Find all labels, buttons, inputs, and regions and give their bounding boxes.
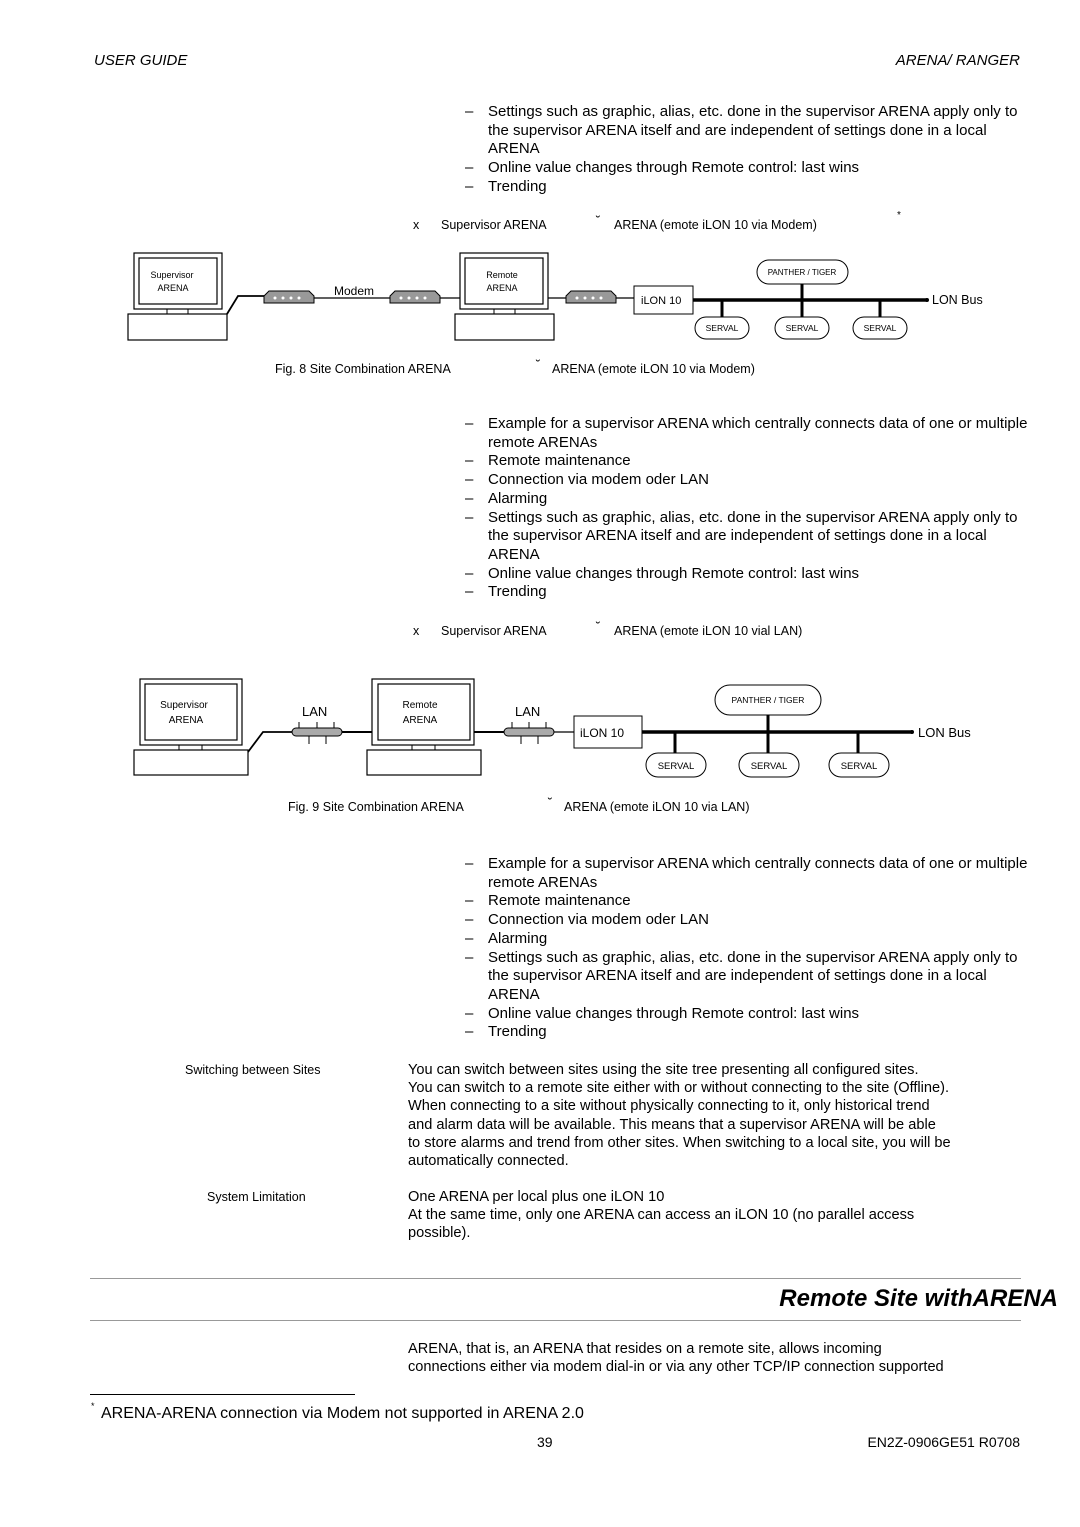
fig-9-caption-symbol: ˘ bbox=[548, 796, 553, 810]
supervisor-label-2: ARENA bbox=[157, 283, 188, 293]
serval-label: SERVAL bbox=[706, 323, 739, 333]
fig-8-caption-right: ARENA (emote iLON 10 via Modem) bbox=[552, 362, 755, 376]
supervisor-label-2: ARENA bbox=[169, 715, 204, 726]
list-item: – Online value changes through Remote con… bbox=[465, 1004, 860, 1022]
supervisor-computer: Supervisor ARENA bbox=[127, 252, 228, 341]
figure-9-diagram: Supervisor ARENA LAN Remote ARENA LAN iL… bbox=[133, 678, 971, 778]
modem-icon bbox=[389, 290, 441, 304]
bullet-list-3: – Example for a supervisor ARENA which ce… bbox=[462, 855, 1032, 1042]
list-item: – Alarming bbox=[465, 489, 548, 507]
remote-computer: Remote ARENA bbox=[366, 678, 482, 776]
section-title: Remote Site withARENA bbox=[779, 1285, 1058, 1312]
heading-2-bullet: x bbox=[413, 624, 420, 638]
supervisor-label-1: Supervisor bbox=[160, 700, 208, 711]
supervisor-computer: Supervisor ARENA bbox=[133, 678, 249, 776]
list-item: – Example for a supervisor ARENA which ce… bbox=[465, 415, 1028, 451]
bullet-list-1: – Settings such as graphic, alias, etc. d… bbox=[462, 103, 1032, 197]
footnote-marker: * bbox=[897, 210, 901, 221]
modem-label: Modem bbox=[334, 284, 374, 298]
lan-cable-icon bbox=[291, 722, 343, 744]
bullet-list-2: – Example for a supervisor ARENA which ce… bbox=[462, 415, 1032, 602]
list-item: – Example for a supervisor ARENA which ce… bbox=[465, 855, 1028, 891]
document-id: EN2Z-0906GE51 R0708 bbox=[867, 1434, 1020, 1450]
fig-8-caption-left: Fig. 8 Site Combination ARENA bbox=[275, 362, 451, 376]
serval-label: SERVAL bbox=[864, 323, 897, 333]
list-item: – Online value changes through Remote con… bbox=[465, 159, 860, 177]
serval-label: SERVAL bbox=[841, 761, 878, 772]
remote-label-2: ARENA bbox=[486, 283, 517, 293]
fig-8-caption-symbol: ˘ bbox=[536, 358, 541, 372]
footnote-text: ARENA-ARENA connection via Modem not sup… bbox=[101, 1405, 584, 1422]
lan-cable-icon bbox=[503, 722, 555, 744]
serval-label: SERVAL bbox=[658, 761, 695, 772]
header-left: USER GUIDE bbox=[94, 52, 188, 69]
lan-label: LAN bbox=[515, 704, 540, 719]
list-item: – Trending bbox=[465, 1023, 547, 1041]
lon-bus-label: LON Bus bbox=[932, 293, 983, 307]
list-item: – Connection via modem oder LAN bbox=[465, 471, 709, 489]
supervisor-label-1: Supervisor bbox=[150, 270, 193, 280]
list-item: – Alarming bbox=[465, 929, 548, 947]
fig-9-caption-right: ARENA (emote iLON 10 via LAN) bbox=[564, 800, 750, 814]
heading-1-symbol: ˘ bbox=[596, 214, 601, 228]
footnote-rule bbox=[90, 1394, 355, 1395]
header-right: ARENA/ RANGER bbox=[895, 52, 1020, 69]
remote-label-2: ARENA bbox=[403, 715, 438, 726]
section-rule-top bbox=[90, 1278, 1021, 1279]
modem-icon bbox=[263, 290, 315, 304]
list-item: – Online value changes through Remote con… bbox=[465, 564, 860, 582]
lan-label: LAN bbox=[302, 704, 327, 719]
list-item: – Settings such as graphic, alias, etc. d… bbox=[465, 508, 1018, 563]
switching-sites-text: You can switch between sites using the s… bbox=[408, 1062, 951, 1170]
figure-8-diagram: Supervisor ARENA Modem Remote ARENA iLON… bbox=[127, 252, 983, 341]
list-item: – Connection via modem oder LAN bbox=[465, 911, 709, 929]
list-item: – Remote maintenance bbox=[465, 892, 631, 910]
heading-2-left: Supervisor ARENA bbox=[441, 624, 547, 638]
ilon-label: iLON 10 bbox=[641, 295, 681, 307]
heading-1-right: ARENA (emote iLON 10 via Modem) bbox=[614, 218, 817, 232]
panther-tiger-label: PANTHER / TIGER bbox=[768, 268, 837, 277]
list-item: – Settings such as graphic, alias, etc. d… bbox=[465, 948, 1018, 1003]
list-item: – Trending bbox=[465, 583, 547, 601]
fig-9-caption-left: Fig. 9 Site Combination ARENA bbox=[288, 800, 464, 814]
heading-1-bullet: x bbox=[413, 218, 420, 232]
system-limitation-label: System Limitation bbox=[207, 1190, 306, 1204]
footnote-mark: * bbox=[91, 1401, 95, 1411]
serval-label: SERVAL bbox=[786, 323, 819, 333]
switching-sites-label: Switching between Sites bbox=[185, 1063, 321, 1077]
section-rule-bottom bbox=[90, 1320, 1021, 1321]
heading-2-right: ARENA (emote iLON 10 vial LAN) bbox=[614, 624, 803, 638]
system-limitation-text: One ARENA per local plus one iLON 10 At … bbox=[408, 1189, 915, 1242]
remote-computer: Remote ARENA bbox=[454, 252, 555, 341]
list-item: – Settings such as graphic, alias, etc. d… bbox=[465, 103, 1018, 158]
list-item: – Remote maintenance bbox=[465, 452, 631, 470]
lon-bus-label: LON Bus bbox=[918, 725, 971, 740]
heading-1-left: Supervisor ARENA bbox=[441, 218, 547, 232]
page-number: 39 bbox=[537, 1434, 553, 1450]
section-body: ARENA, that is, an ARENA that resides on… bbox=[408, 1341, 944, 1376]
serval-label: SERVAL bbox=[751, 761, 788, 772]
heading-2-symbol: ˘ bbox=[596, 620, 601, 634]
remote-label-1: Remote bbox=[486, 270, 518, 280]
ilon-label: iLON 10 bbox=[580, 726, 624, 740]
list-item: – Trending bbox=[465, 177, 547, 195]
panther-tiger-label: PANTHER / TIGER bbox=[732, 695, 805, 705]
modem-icon bbox=[565, 290, 617, 304]
remote-label-1: Remote bbox=[402, 700, 437, 711]
